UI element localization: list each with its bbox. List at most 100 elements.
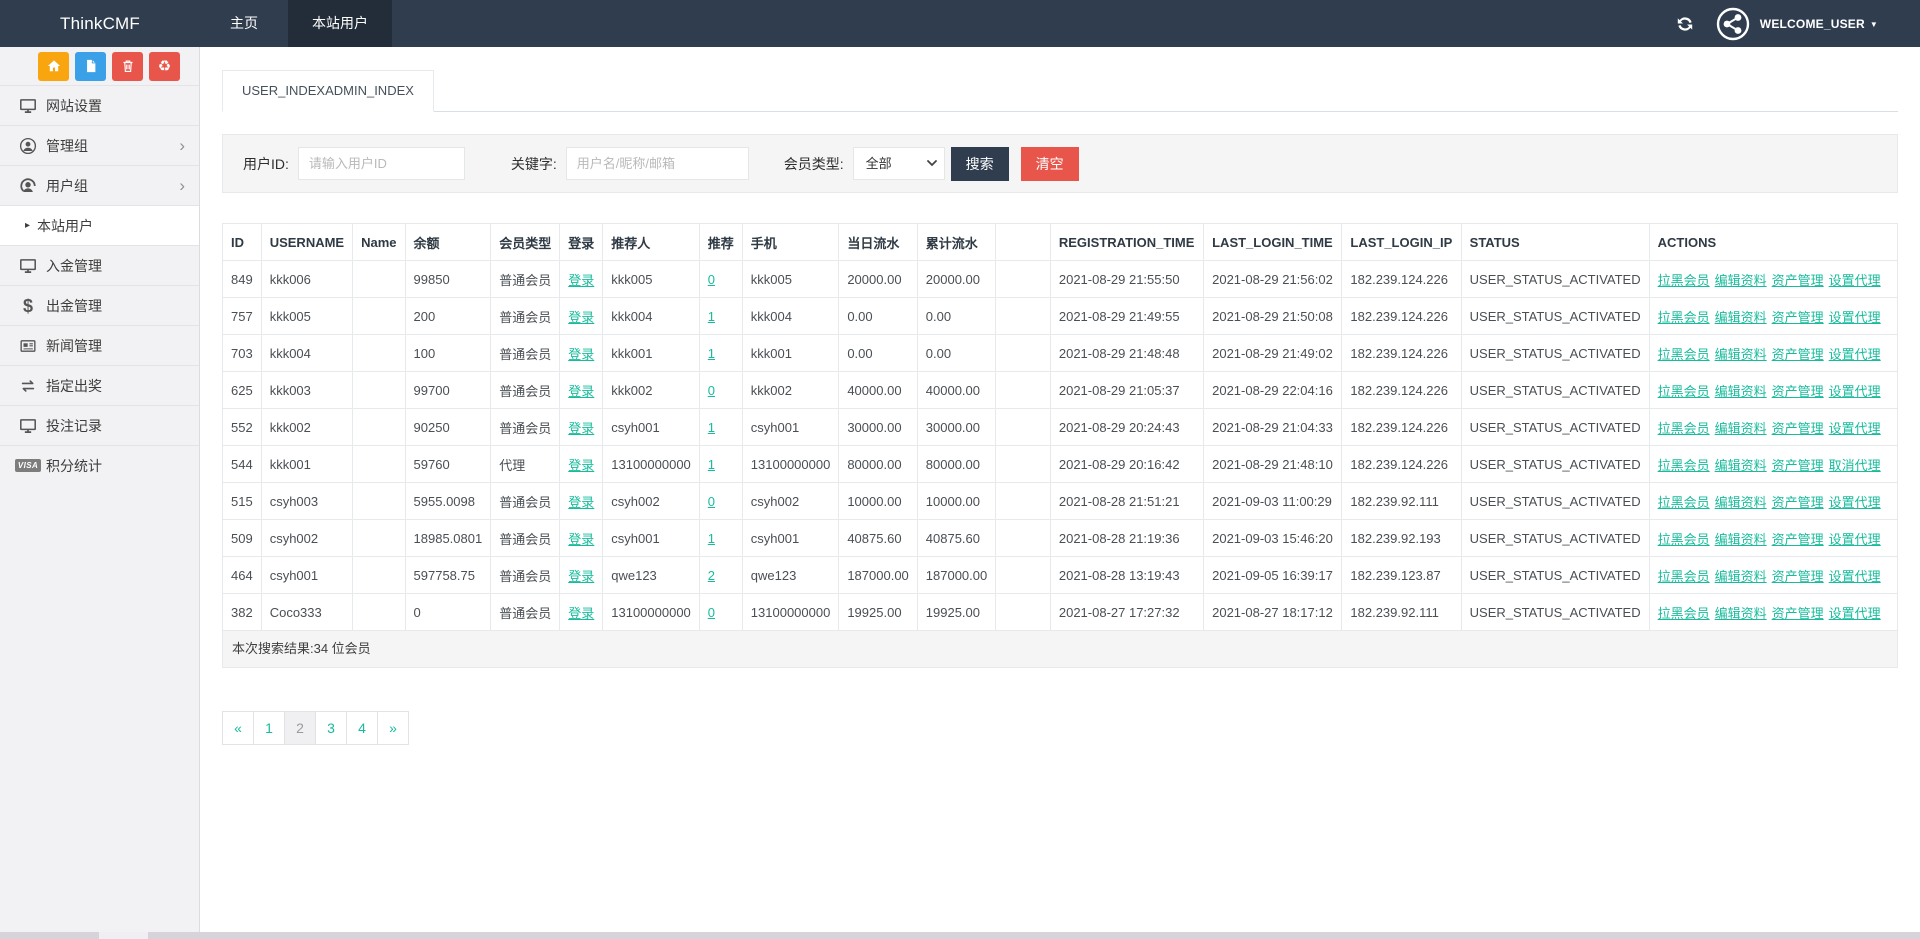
action-link[interactable]: 编辑资料 xyxy=(1715,458,1767,473)
action-link[interactable]: 编辑资料 xyxy=(1715,495,1767,510)
action-link[interactable]: 设置代理 xyxy=(1829,569,1881,584)
recommend-count-link[interactable]: 0 xyxy=(708,494,715,509)
pagination-page-4[interactable]: 4 xyxy=(346,711,378,745)
action-link[interactable]: 编辑资料 xyxy=(1715,347,1767,362)
action-link[interactable]: 设置代理 xyxy=(1829,273,1881,288)
action-link[interactable]: 设置代理 xyxy=(1829,532,1881,547)
sidebar-item-assign-prize[interactable]: 指定出奖 xyxy=(0,365,199,405)
action-link[interactable]: 资产管理 xyxy=(1772,384,1824,399)
sidebar-item-user-group[interactable]: 用户组 › xyxy=(0,165,199,205)
sidebar-item-withdraw-mgmt[interactable]: $ 出金管理 xyxy=(0,285,199,325)
action-link[interactable]: 拉黑会员 xyxy=(1658,273,1710,288)
action-link[interactable]: 资产管理 xyxy=(1772,347,1824,362)
action-link[interactable]: 资产管理 xyxy=(1772,495,1824,510)
sidebar-item-news-mgmt[interactable]: 新闻管理 xyxy=(0,325,199,365)
recommend-count-link[interactable]: 1 xyxy=(708,309,715,324)
action-link[interactable]: 设置代理 xyxy=(1829,384,1881,399)
action-link[interactable]: 资产管理 xyxy=(1772,458,1824,473)
action-link[interactable]: 设置代理 xyxy=(1829,310,1881,325)
sidebar-item-points-stats[interactable]: VISA 积分统计 xyxy=(0,445,199,485)
action-link[interactable]: 拉黑会员 xyxy=(1658,384,1710,399)
recommend-count-link[interactable]: 0 xyxy=(708,383,715,398)
recommend-count-link[interactable]: 1 xyxy=(708,531,715,546)
pagination-next[interactable]: » xyxy=(377,711,409,745)
refresh-icon[interactable] xyxy=(1676,15,1694,33)
scrollbar-thumb[interactable] xyxy=(99,932,148,939)
pagination-page-1[interactable]: 1 xyxy=(253,711,285,745)
login-link[interactable]: 登录 xyxy=(568,421,594,436)
sidebar-item-admin-group[interactable]: 管理组 › xyxy=(0,125,199,165)
login-link[interactable]: 登录 xyxy=(568,384,594,399)
action-link[interactable]: 编辑资料 xyxy=(1715,384,1767,399)
login-link[interactable]: 登录 xyxy=(568,273,594,288)
pagination-prev[interactable]: « xyxy=(222,711,254,745)
action-link[interactable]: 编辑资料 xyxy=(1715,606,1767,621)
action-link[interactable]: 拉黑会员 xyxy=(1658,421,1710,436)
cell-spacer xyxy=(996,483,1051,520)
nav-tab-home[interactable]: 主页 xyxy=(200,0,288,47)
login-link[interactable]: 登录 xyxy=(568,310,594,325)
cell-referrer: 13100000000 xyxy=(603,594,700,631)
user-id-input[interactable] xyxy=(298,147,465,180)
action-link[interactable]: 资产管理 xyxy=(1772,606,1824,621)
cell-referrer: kkk001 xyxy=(603,335,700,372)
action-link[interactable]: 设置代理 xyxy=(1829,495,1881,510)
pagination-page-2[interactable]: 2 xyxy=(284,711,316,745)
recommend-count-link[interactable]: 1 xyxy=(708,346,715,361)
login-link[interactable]: 登录 xyxy=(568,569,594,584)
cell-id: 757 xyxy=(223,298,262,335)
sidebar-item-bet-records[interactable]: 投注记录 xyxy=(0,405,199,445)
search-button[interactable]: 搜索 xyxy=(951,147,1009,181)
action-link[interactable]: 资产管理 xyxy=(1772,532,1824,547)
file-icon[interactable] xyxy=(75,52,106,81)
action-link[interactable]: 拉黑会员 xyxy=(1658,495,1710,510)
action-link[interactable]: 资产管理 xyxy=(1772,310,1824,325)
action-link[interactable]: 资产管理 xyxy=(1772,273,1824,288)
nav-tab-site-users[interactable]: 本站用户 xyxy=(288,0,392,47)
login-link[interactable]: 登录 xyxy=(568,532,594,547)
action-link[interactable]: 编辑资料 xyxy=(1715,421,1767,436)
welcome-user-menu[interactable]: WELCOME_USER▼ xyxy=(1760,17,1878,31)
clear-button[interactable]: 清空 xyxy=(1021,147,1079,181)
action-link[interactable]: 拉黑会员 xyxy=(1658,532,1710,547)
action-link[interactable]: 编辑资料 xyxy=(1715,310,1767,325)
sidebar-item-deposit-mgmt[interactable]: 入金管理 xyxy=(0,245,199,285)
recommend-count-link[interactable]: 1 xyxy=(708,420,715,435)
horizontal-scrollbar[interactable] xyxy=(0,932,1920,939)
action-link[interactable]: 设置代理 xyxy=(1829,421,1881,436)
recommend-count-link[interactable]: 1 xyxy=(708,457,715,472)
user-avatar[interactable] xyxy=(1716,7,1750,41)
member-type-select[interactable]: 全部 xyxy=(853,147,945,180)
cell-referrer: 13100000000 xyxy=(603,446,700,483)
action-link[interactable]: 取消代理 xyxy=(1829,458,1881,473)
action-link[interactable]: 编辑资料 xyxy=(1715,569,1767,584)
action-link[interactable]: 编辑资料 xyxy=(1715,532,1767,547)
login-link[interactable]: 登录 xyxy=(568,458,594,473)
action-link[interactable]: 资产管理 xyxy=(1772,569,1824,584)
login-link[interactable]: 登录 xyxy=(568,606,594,621)
login-link[interactable]: 登录 xyxy=(568,347,594,362)
home-icon[interactable] xyxy=(38,52,69,81)
recommend-count-link[interactable]: 0 xyxy=(708,605,715,620)
sidebar-item-site-settings[interactable]: 网站设置 xyxy=(0,85,199,125)
pagination-page-3[interactable]: 3 xyxy=(315,711,347,745)
action-link[interactable]: 设置代理 xyxy=(1829,347,1881,362)
action-link[interactable]: 设置代理 xyxy=(1829,606,1881,621)
action-link[interactable]: 拉黑会员 xyxy=(1658,458,1710,473)
recycle-icon[interactable]: ♻ xyxy=(149,52,180,81)
trash-icon[interactable] xyxy=(112,52,143,81)
column-header-spacer xyxy=(996,224,1051,261)
action-link[interactable]: 拉黑会员 xyxy=(1658,347,1710,362)
action-link[interactable]: 拉黑会员 xyxy=(1658,606,1710,621)
recommend-count-link[interactable]: 0 xyxy=(708,272,715,287)
keyword-input[interactable] xyxy=(566,147,749,180)
cell-last-login-time: 2021-08-27 18:17:12 xyxy=(1204,594,1342,631)
recommend-count-link[interactable]: 2 xyxy=(708,568,715,583)
action-link[interactable]: 编辑资料 xyxy=(1715,273,1767,288)
action-link[interactable]: 拉黑会员 xyxy=(1658,310,1710,325)
action-link[interactable]: 拉黑会员 xyxy=(1658,569,1710,584)
sidebar-item-site-users[interactable]: ▸ 本站用户 xyxy=(0,205,199,245)
tab-user-index[interactable]: USER_INDEXADMIN_INDEX xyxy=(222,70,434,112)
action-link[interactable]: 资产管理 xyxy=(1772,421,1824,436)
login-link[interactable]: 登录 xyxy=(568,495,594,510)
